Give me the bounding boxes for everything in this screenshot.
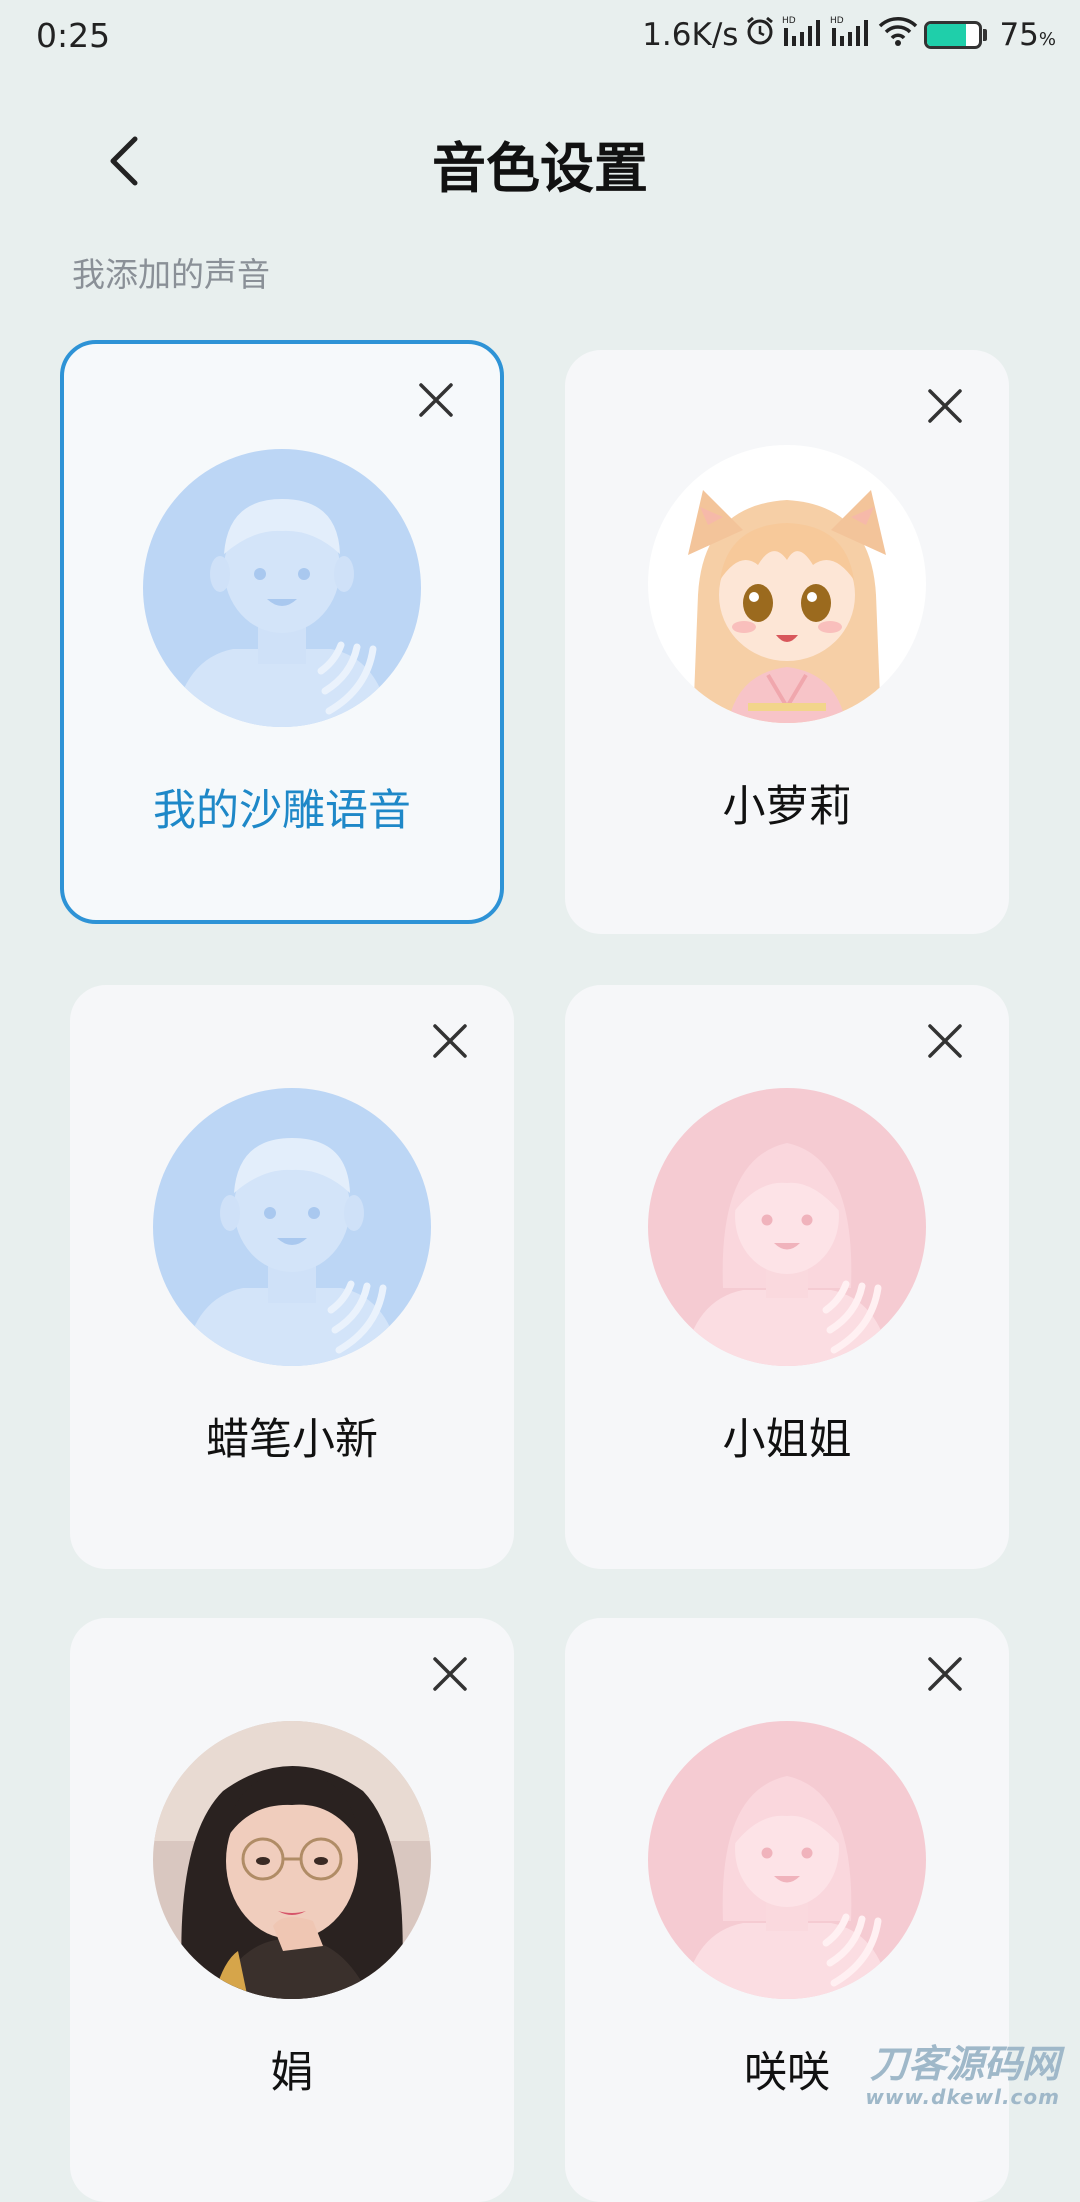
female-avatar-icon: [648, 1721, 926, 1999]
male-avatar-icon: [153, 1088, 431, 1366]
close-icon: [419, 383, 453, 417]
voice-name: 娟: [270, 2048, 314, 2098]
voice-card[interactable]: 小姐姐: [565, 985, 1009, 1569]
female-avatar-icon: [648, 1088, 926, 1366]
battery-icon: [924, 21, 988, 49]
section-label: 我添加的声音: [72, 255, 270, 294]
avatar: [648, 1088, 926, 1366]
battery-percent: 75%: [999, 17, 1056, 53]
avatar: [143, 449, 421, 727]
signal-hd-icon: HD: [782, 14, 824, 56]
voice-name: 小姐姐: [722, 1415, 852, 1465]
voice-card[interactable]: 小萝莉: [565, 350, 1009, 934]
close-icon: [928, 1657, 962, 1691]
status-icons: 1.6K/s HD HD 75%: [642, 14, 1056, 56]
close-button[interactable]: [917, 1013, 973, 1069]
avatar: [153, 1721, 431, 1999]
male-avatar-icon: [143, 449, 421, 727]
voice-name: 小萝莉: [722, 782, 852, 832]
close-button[interactable]: [917, 1646, 973, 1702]
voice-name: 蜡笔小新: [206, 1415, 378, 1465]
alarm-icon: [744, 15, 776, 55]
close-icon: [928, 389, 962, 423]
avatar: [153, 1088, 431, 1366]
close-button[interactable]: [422, 1013, 478, 1069]
close-button[interactable]: [917, 378, 973, 434]
status-time: 0:25: [36, 16, 111, 55]
voice-name: 我的沙雕语音: [153, 786, 411, 836]
battery-fill: [927, 24, 967, 46]
signal-hd-icon: HD: [830, 14, 872, 56]
status-bar: 0:25 1.6K/s HD HD 75%: [0, 0, 1080, 80]
close-button[interactable]: [422, 1646, 478, 1702]
anime-girl-avatar-icon: [648, 445, 926, 723]
avatar: [648, 1721, 926, 1999]
watermark-url: www.dkewl.com: [865, 2085, 1060, 2109]
woman-photo-avatar-icon: [153, 1721, 431, 1999]
header: 音色设置: [0, 100, 1080, 220]
close-button[interactable]: [408, 372, 464, 428]
voice-card[interactable]: 我的沙雕语音: [60, 340, 504, 924]
close-icon: [433, 1024, 467, 1058]
net-speed: 1.6K/s: [642, 17, 739, 53]
close-icon: [433, 1657, 467, 1691]
close-icon: [928, 1024, 962, 1058]
svg-text:HD: HD: [830, 16, 844, 26]
voice-card[interactable]: 娟: [70, 1618, 514, 2202]
avatar: [648, 445, 926, 723]
wifi-icon: [878, 15, 918, 55]
svg-text:HD: HD: [782, 16, 796, 26]
watermark: 刀客源码网 www.dkewl.com: [865, 2045, 1060, 2107]
voice-card[interactable]: 蜡笔小新: [70, 985, 514, 1569]
watermark-text: 刀客源码网: [869, 2042, 1060, 2086]
voice-card[interactable]: 咲咲: [565, 1618, 1009, 2202]
page-title: 音色设置: [432, 137, 648, 200]
